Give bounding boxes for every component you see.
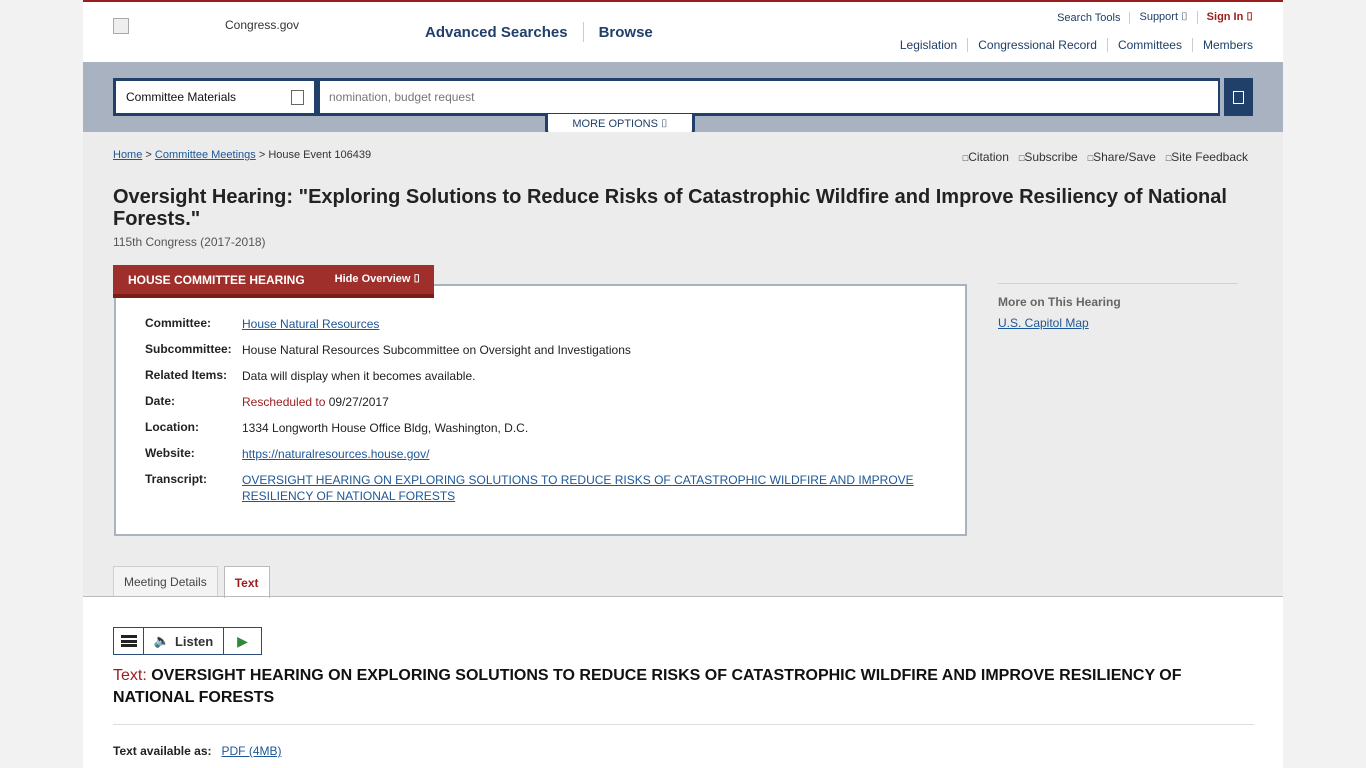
dropdown-icon: [291, 90, 304, 105]
listen-label: Listen: [174, 633, 214, 649]
listen-widget: 🔈 Listen ▶: [113, 627, 262, 655]
site-feedback-link[interactable]: Site Feedback: [1166, 150, 1248, 164]
utility-nav: Search Tools Support ⌷ Sign In ⌷: [1048, 11, 1253, 24]
hide-overview-button[interactable]: Hide Overview ⌷: [335, 273, 420, 286]
nav-committees[interactable]: Committees: [1108, 38, 1193, 52]
subcommittee-value: House Natural Resources Subcommittee on …: [242, 343, 631, 357]
detail-row-subcommittee: Subcommittee: House Natural Resources Su…: [145, 342, 922, 358]
detail-row-website: Website: https://naturalresources.house.…: [145, 446, 922, 462]
overview-details: Committee: House Natural Resources Subco…: [145, 316, 922, 514]
main-nav: Advanced Searches Browse: [425, 22, 653, 42]
text-availability: Text available as: PDF (4MB): [113, 744, 282, 758]
tab-divider: [83, 596, 1283, 597]
more-on-heading: More on This Hearing: [998, 295, 1121, 309]
nav-congressional-record[interactable]: Congressional Record: [968, 38, 1108, 52]
breadcrumb: Home > Committee Meetings > House Event …: [113, 149, 371, 161]
website-link[interactable]: https://naturalresources.house.gov/: [242, 447, 429, 461]
breadcrumb-separator: >: [142, 149, 155, 161]
pdf-link[interactable]: PDF (4MB): [222, 744, 282, 758]
broken-image-icon: [113, 18, 129, 34]
search-scope-value: Committee Materials: [126, 90, 237, 104]
section-divider: [113, 724, 1254, 725]
text-title-value: OVERSIGHT HEARING ON EXPLORING SOLUTIONS…: [113, 667, 1182, 706]
text-available-label: Text available as:: [113, 744, 212, 758]
listen-menu-button[interactable]: [114, 628, 144, 654]
logo-text: Congress.gov: [225, 18, 300, 32]
search-icon: [1233, 90, 1244, 104]
location-value: 1334 Longworth House Office Bldg, Washin…: [242, 421, 529, 435]
tab-meeting-details[interactable]: Meeting Details: [113, 566, 218, 597]
tab-text[interactable]: Text: [223, 566, 270, 598]
page: Congress.gov Advanced Searches Browse Se…: [83, 0, 1283, 768]
share-save-link[interactable]: Share/Save: [1088, 150, 1156, 164]
detail-row-related-items: Related Items: Data will display when it…: [145, 368, 922, 384]
detail-row-location: Location: 1334 Longworth House Office Bl…: [145, 420, 922, 436]
page-title: Oversight Hearing: "Exploring Solutions …: [113, 186, 1227, 230]
breadcrumb-home[interactable]: Home: [113, 149, 142, 161]
breadcrumb-current: House Event 106439: [268, 149, 372, 161]
speaker-icon: 🔈: [153, 633, 170, 648]
detail-label: Date:: [145, 394, 176, 408]
detail-label: Committee:: [145, 316, 212, 330]
date-value: 09/27/2017: [325, 395, 389, 409]
detail-row-transcript: Transcript: OVERSIGHT HEARING ON EXPLORI…: [145, 472, 922, 504]
secondary-nav: Legislation Congressional Record Committ…: [890, 38, 1253, 52]
detail-label: Transcript:: [145, 472, 208, 486]
hearing-type-label: HOUSE COMMITTEE HEARING: [128, 272, 305, 287]
nav-browse[interactable]: Browse: [599, 24, 653, 41]
search-tools-link[interactable]: Search Tools: [1048, 11, 1131, 24]
detail-row-date: Date: Rescheduled to 09/27/2017: [145, 394, 922, 410]
detail-label: Location:: [145, 420, 199, 434]
more-on-hearing: More on This Hearing U.S. Capitol Map: [998, 283, 1238, 330]
search-input[interactable]: nomination, budget request: [317, 78, 1221, 116]
citation-link[interactable]: Citation: [963, 150, 1009, 164]
nav-legislation[interactable]: Legislation: [890, 38, 969, 52]
detail-label: Website:: [145, 446, 195, 460]
content-tabs: Meeting Details Text: [113, 566, 270, 598]
overview-tab: HOUSE COMMITTEE HEARING Hide Overview ⌷: [113, 265, 434, 298]
transcript-link[interactable]: OVERSIGHT HEARING ON EXPLORING SOLUTIONS…: [242, 473, 914, 503]
support-link[interactable]: Support ⌷: [1130, 11, 1198, 24]
nav-divider: [582, 22, 584, 42]
breadcrumb-separator: >: [255, 149, 269, 161]
site-logo[interactable]: Congress.gov: [113, 18, 299, 34]
text-title: Text: OVERSIGHT HEARING ON EXPLORING SOL…: [113, 665, 1263, 709]
nav-advanced-searches[interactable]: Advanced Searches: [425, 24, 568, 41]
detail-label: Subcommittee:: [145, 342, 232, 356]
detail-row-committee: Committee: House Natural Resources: [145, 316, 922, 332]
committee-link[interactable]: House Natural Resources: [242, 317, 379, 331]
search-bar: Committee Materials nomination, budget r…: [83, 62, 1283, 138]
search-submit-button[interactable]: [1220, 78, 1253, 116]
sign-in-link[interactable]: Sign In ⌷: [1198, 11, 1253, 24]
capitol-map-link[interactable]: U.S. Capitol Map: [998, 316, 1238, 330]
site-header: Congress.gov Advanced Searches Browse Se…: [83, 2, 1283, 62]
breadcrumb-committee-meetings[interactable]: Committee Meetings: [155, 149, 256, 161]
listen-button[interactable]: 🔈 Listen: [144, 628, 224, 654]
search-scope-select[interactable]: Committee Materials: [113, 78, 317, 116]
nav-members[interactable]: Members: [1193, 38, 1253, 52]
subscribe-link[interactable]: Subscribe: [1019, 150, 1077, 164]
related-items-value: Data will display when it becomes availa…: [242, 369, 476, 383]
rescheduled-label: Rescheduled to: [242, 395, 326, 409]
play-icon[interactable]: ▶: [224, 628, 261, 654]
congress-session: 115th Congress (2017-2018): [113, 235, 266, 249]
search-placeholder: nomination, budget request: [329, 90, 475, 104]
page-tools: Citation Subscribe Share/Save Site Feedb…: [963, 150, 1248, 164]
text-prefix: Text:: [113, 667, 152, 684]
detail-label: Related Items:: [145, 368, 228, 382]
menu-icon: [120, 635, 137, 647]
